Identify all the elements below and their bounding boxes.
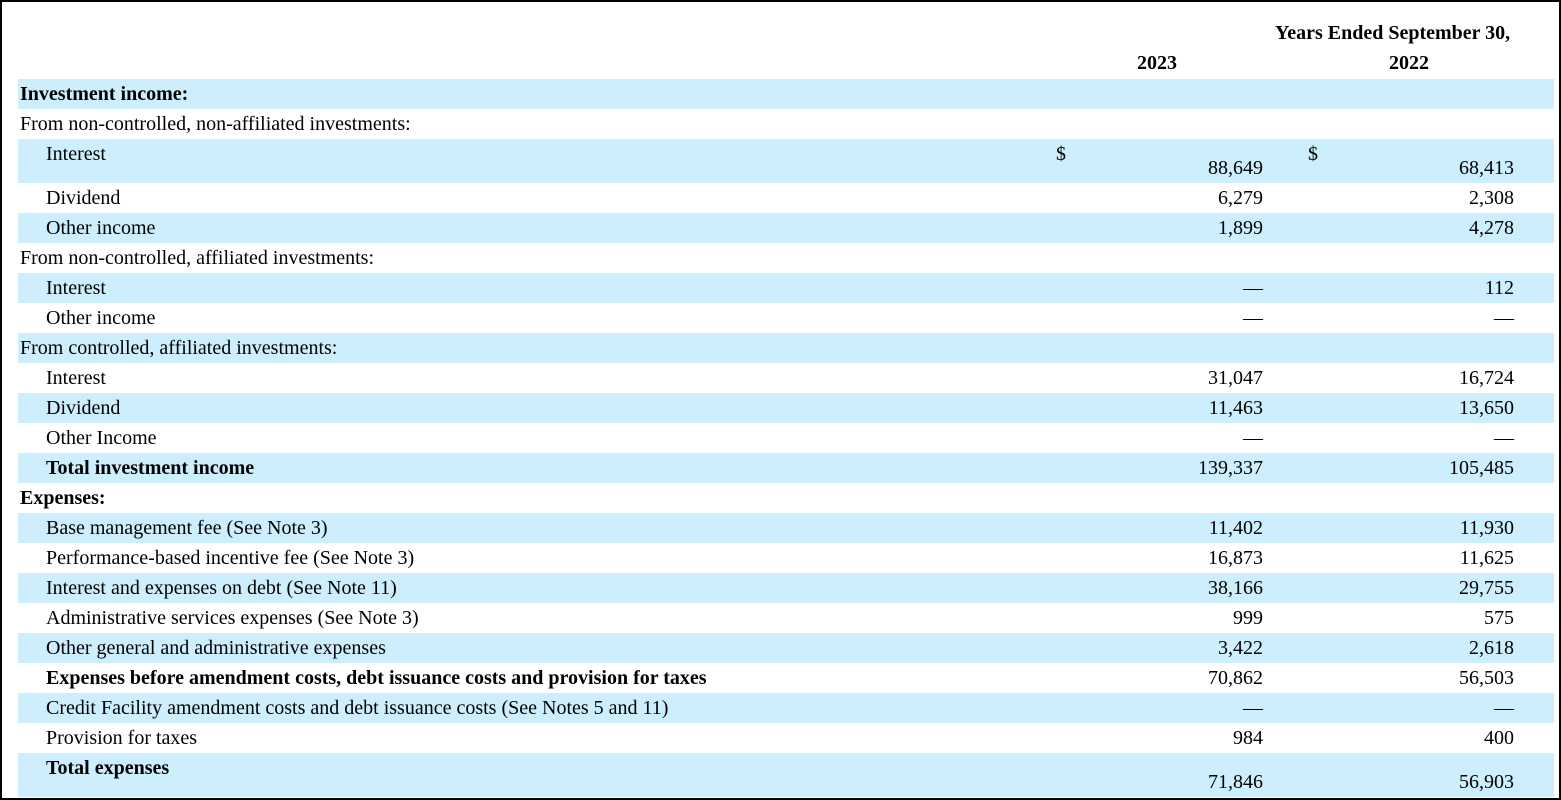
row-label: From controlled, affiliated investments: — [20, 337, 338, 359]
table-row: Expenses before amendment costs, debt is… — [18, 663, 1554, 693]
value-2023: 139,337 — [1198, 457, 1263, 479]
row-label: Total expenses — [46, 757, 170, 779]
row-label: Interest and expenses on debt (See Note … — [46, 577, 397, 599]
value-2023: 71,846 — [1208, 771, 1263, 793]
value-2023: 31,047 — [1208, 367, 1263, 389]
period-header: Years Ended September 30, — [1275, 22, 1511, 44]
value-2023: — — [1243, 697, 1263, 719]
table-row: Dividend 6,279 2,308 — [18, 183, 1554, 213]
column-header-2023: 2023 — [1137, 52, 1177, 74]
row-label: Administrative services expenses (See No… — [46, 607, 419, 629]
table-row: Other Income — — — [18, 423, 1554, 453]
row-label: From non-controlled, non-affiliated inve… — [20, 113, 411, 135]
row-label: Other income — [46, 307, 156, 329]
value-2023: 999 — [1233, 607, 1263, 629]
value-2023: 984 — [1233, 727, 1263, 749]
row-label: Interest — [46, 143, 106, 165]
value-2022: 112 — [1484, 277, 1514, 299]
value-2022: — — [1494, 307, 1514, 329]
table-row: Other general and administrative expense… — [18, 633, 1554, 663]
value-2022: 11,930 — [1459, 517, 1514, 539]
value-2022: 2,308 — [1469, 187, 1514, 209]
value-2023: 1,899 — [1218, 217, 1263, 239]
row-label: Dividend — [46, 397, 121, 419]
table-row: From non-controlled, affiliated investme… — [18, 243, 1554, 273]
value-2023: 70,862 — [1208, 667, 1263, 689]
column-header-2022: 2022 — [1389, 52, 1429, 74]
currency-symbol: $ — [1308, 143, 1318, 165]
table-row: Base management fee (See Note 3) 11,402 11… — [18, 513, 1554, 543]
value-2022: 16,724 — [1459, 367, 1514, 389]
table-row: Other income 1,899 4,278 — [18, 213, 1554, 243]
value-2022: 105,485 — [1449, 457, 1514, 479]
table-row: Interest and expenses on debt (See Note … — [18, 573, 1554, 603]
row-label: Expenses before amendment costs, debt is… — [46, 667, 707, 689]
row-label: Total investment income — [46, 457, 255, 479]
table-row: Interest $ $88,649 68,413 — [18, 139, 1554, 183]
value-2022: 575 — [1484, 607, 1514, 629]
table-row: From controlled, affiliated investments: — [18, 333, 1554, 363]
value-2022: 56,903 — [1459, 771, 1514, 793]
row-label: Expenses: — [20, 487, 106, 509]
table-row: Credit Facility amendment costs and debt… — [18, 693, 1554, 723]
value-2022: 4,278 — [1469, 217, 1514, 239]
value-2022: 400 — [1484, 727, 1514, 749]
value-2023: 88,649 — [1208, 157, 1263, 179]
row-label: Performance-based incentive fee (See Not… — [46, 547, 415, 569]
value-2022: 68,413 — [1459, 157, 1514, 179]
table-row: Investment income: — [18, 79, 1554, 109]
table-row: Expenses: — [18, 483, 1554, 513]
value-2023: 11,402 — [1208, 517, 1263, 539]
table-row: Dividend 11,463 13,650 — [18, 393, 1554, 423]
row-label: Credit Facility amendment costs and debt… — [46, 697, 669, 719]
row-label: Dividend — [46, 187, 121, 209]
value-2023: 3,422 — [1218, 637, 1263, 659]
value-2022: 29,755 — [1459, 577, 1514, 599]
row-label: Investment income: — [20, 83, 189, 105]
row-label: Other general and administrative expense… — [46, 637, 386, 659]
value-2023: 38,166 — [1208, 577, 1263, 599]
value-2023: 16,873 — [1208, 547, 1263, 569]
value-2023: — — [1243, 427, 1263, 449]
row-label: Base management fee (See Note 3) — [46, 517, 328, 539]
value-2022: 2,618 — [1469, 637, 1514, 659]
value-2023: 6,279 — [1218, 187, 1263, 209]
table-row: Interest 31,047 16,724 — [18, 363, 1554, 393]
currency-symbol: $ — [1056, 143, 1066, 165]
value-2022: — — [1494, 427, 1514, 449]
value-2022: 13,650 — [1459, 397, 1514, 419]
row-label: Interest — [46, 367, 106, 389]
table-row: Total investment income 139,337 105,485 — [18, 453, 1554, 483]
table-row: Provision for taxes 984 400 — [18, 723, 1554, 753]
row-label: Provision for taxes — [46, 727, 198, 749]
value-2023: 11,463 — [1208, 397, 1263, 419]
value-2022: 56,503 — [1459, 667, 1514, 689]
table-row: Administrative services expenses (See No… — [18, 603, 1554, 633]
table-row: Performance-based incentive fee (See Not… — [18, 543, 1554, 573]
income-statement-table: Years Ended September 30, 2023 2022 Inve… — [0, 0, 1561, 800]
row-label: Other income — [46, 217, 156, 239]
row-label: Other Income — [46, 427, 157, 449]
table-row: Other income — — — [18, 303, 1554, 333]
value-2023: — — [1243, 307, 1263, 329]
value-2023: — — [1243, 277, 1263, 299]
table-row: Total expenses 71,846 56,903 — [18, 753, 1554, 797]
value-2022: — — [1494, 697, 1514, 719]
row-label: Interest — [46, 277, 106, 299]
value-2022: 11,625 — [1459, 547, 1514, 569]
table-row: From non-controlled, non-affiliated inve… — [18, 109, 1554, 139]
table-row: Interest — 112 — [18, 273, 1554, 303]
row-label: From non-controlled, affiliated investme… — [20, 247, 375, 269]
